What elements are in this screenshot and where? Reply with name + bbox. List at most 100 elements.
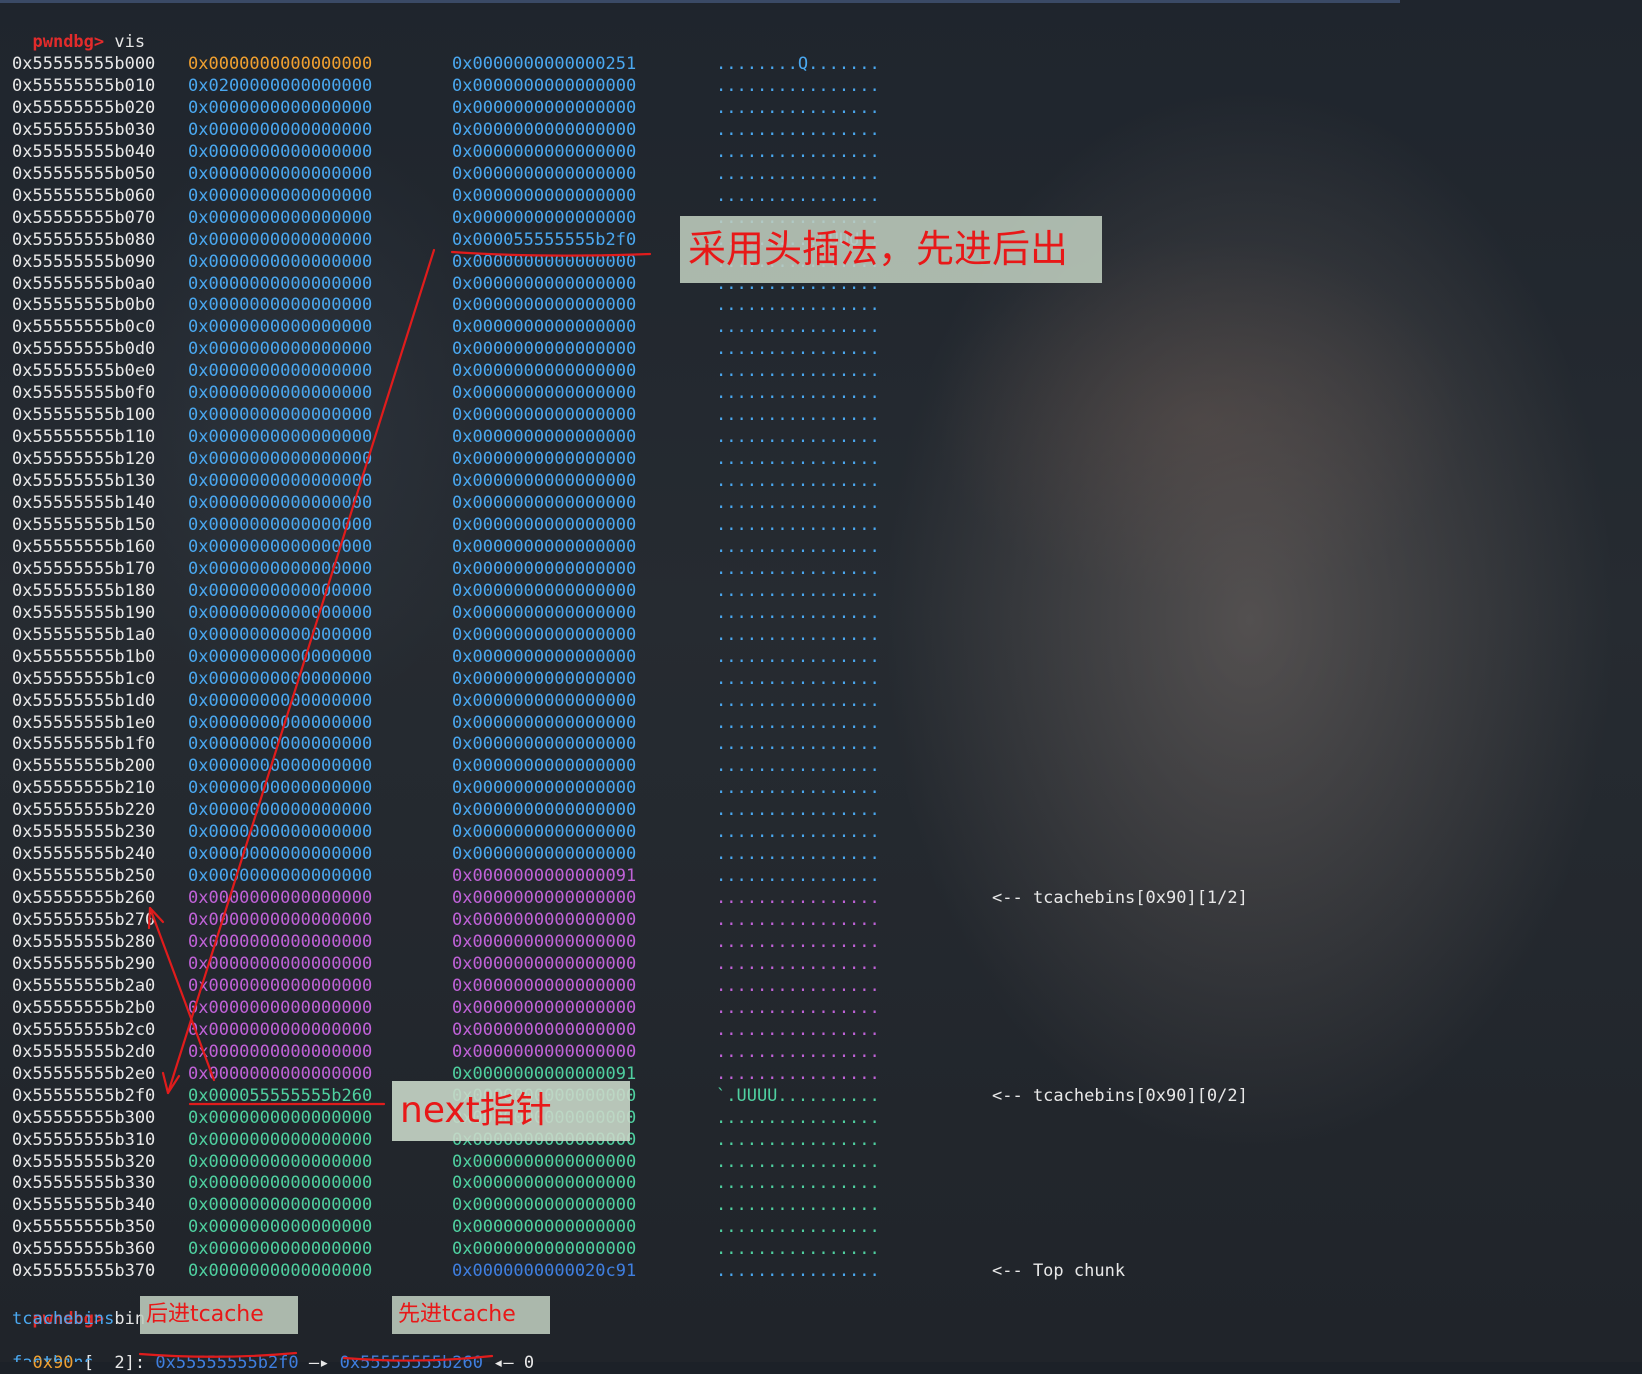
heap-qword-1: 0x0000000000000000 — [188, 1195, 373, 1216]
heap-ascii: ................ — [716, 1239, 880, 1260]
heap-qword-2: 0x0000000000000000 — [452, 536, 637, 557]
heap-qword-1: 0x0000000000000000 — [188, 273, 373, 294]
heap-address: 0x55555555b180 — [12, 580, 156, 601]
heap-address: 0x55555555b280 — [12, 932, 156, 952]
heap-ascii: ................ — [716, 646, 880, 667]
heap-qword-2: 0x0000000000000000 — [452, 493, 637, 513]
heap-qword-1: 0x0200000000000000 — [188, 75, 373, 96]
heap-qword-1: 0x0000000000000000 — [188, 756, 373, 777]
heap-ascii: ................ — [716, 712, 880, 733]
heap-ascii: ................ — [716, 471, 880, 492]
heap-qword-2: 0x0000000000000000 — [452, 1019, 637, 1040]
heap-ascii: ................ — [716, 141, 880, 162]
heap-ascii: ................ — [716, 119, 880, 140]
heap-ascii: ................ — [716, 734, 880, 755]
heap-address: 0x55555555b2a0 — [12, 975, 156, 996]
heap-address: 0x55555555b090 — [12, 251, 156, 272]
heap-qword-1: 0x0000000000000000 — [188, 1217, 373, 1238]
heap-address: 0x55555555b230 — [12, 822, 156, 843]
heap-ascii: ................ — [716, 1129, 880, 1150]
heap-address: 0x55555555b290 — [12, 953, 156, 974]
heap-ascii: ................ — [716, 953, 880, 974]
heap-qword-1: 0x0000000000000000 — [188, 734, 373, 755]
heap-qword-1: 0x0000000000000000 — [188, 866, 373, 887]
heap-address: 0x55555555b140 — [12, 493, 156, 513]
heap-address: 0x55555555b050 — [12, 163, 156, 184]
heap-qword-1: 0x0000000000000000 — [188, 1151, 373, 1172]
heap-qword-1: 0x0000000000000000 — [188, 712, 373, 733]
heap-address: 0x55555555b000 — [12, 54, 156, 74]
window-top-border — [0, 0, 1400, 3]
heap-address: 0x55555555b1a0 — [12, 624, 156, 645]
heap-address: 0x55555555b2b0 — [12, 997, 156, 1018]
heap-ascii: ................ — [716, 427, 880, 448]
heap-qword-2: 0x0000000000020c91 — [452, 1261, 637, 1282]
heap-ascii: ................ — [716, 185, 880, 206]
heap-address: 0x55555555b1c0 — [12, 668, 156, 689]
heap-qword-2: 0x0000000000000000 — [452, 734, 637, 755]
heap-address: 0x55555555b030 — [12, 119, 156, 140]
tcachebins-label: tcachebins — [12, 1309, 115, 1329]
bin-tail: ◂— 0 — [493, 1353, 535, 1373]
heap-ascii: `.UUUU.......... — [716, 1085, 880, 1106]
heap-address: 0x55555555b010 — [12, 75, 156, 96]
heap-qword-2: 0x0000000000000000 — [452, 756, 637, 777]
heap-qword-2: 0x0000000000000000 — [452, 646, 637, 667]
heap-address: 0x55555555b060 — [12, 185, 156, 206]
heap-qword-1: 0x0000000000000000 — [188, 361, 373, 382]
heap-qword-1: 0x000055555555b260 — [188, 1085, 373, 1106]
heap-address: 0x55555555b1d0 — [12, 690, 156, 711]
heap-qword-2: 0x0000000000000000 — [452, 997, 637, 1018]
heap-qword-2: 0x0000000000000000 — [452, 1217, 637, 1238]
heap-qword-1: 0x0000000000000000 — [188, 1129, 373, 1150]
heap-qword-2: 0x0000000000000000 — [452, 602, 637, 623]
heap-ascii: ................ — [716, 1261, 880, 1282]
heap-qword-2: 0x0000000000000000 — [452, 822, 637, 843]
heap-qword-2: 0x0000000000000000 — [452, 888, 637, 909]
heap-ascii: ................ — [716, 1019, 880, 1040]
heap-qword-2: 0x0000000000000000 — [452, 471, 637, 492]
heap-address: 0x55555555b360 — [12, 1239, 156, 1260]
heap-address: 0x55555555b0d0 — [12, 339, 156, 360]
heap-address: 0x55555555b330 — [12, 1173, 156, 1194]
heap-qword-1: 0x0000000000000000 — [188, 536, 373, 557]
heap-qword-2: 0x0000000000000000 — [452, 514, 637, 535]
heap-qword-2: 0x0000000000000000 — [452, 580, 637, 601]
heap-qword-1: 0x0000000000000000 — [188, 778, 373, 799]
heap-address: 0x55555555b300 — [12, 1107, 156, 1128]
heap-ascii: ................ — [716, 866, 880, 887]
heap-address: 0x55555555b1b0 — [12, 646, 156, 667]
heap-ascii: ................ — [716, 405, 880, 426]
heap-qword-1: 0x0000000000000000 — [188, 493, 373, 513]
heap-qword-1: 0x0000000000000000 — [188, 163, 373, 184]
heap-qword-2: 0x0000000000000251 — [452, 54, 637, 74]
heap-ascii: ................ — [716, 1151, 880, 1172]
heap-qword-1: 0x0000000000000000 — [188, 295, 373, 316]
heap-qword-2: 0x0000000000000000 — [452, 163, 637, 184]
heap-qword-1: 0x0000000000000000 — [188, 953, 373, 974]
heap-qword-2: 0x0000000000000000 — [452, 383, 637, 404]
heap-qword-2: 0x0000000000000000 — [452, 800, 637, 821]
heap-qword-1: 0x0000000000000000 — [188, 558, 373, 579]
heap-qword-1: 0x0000000000000000 — [188, 602, 373, 623]
heap-ascii: ................ — [716, 690, 880, 711]
heap-qword-2: 0x0000000000000000 — [452, 558, 637, 579]
heap-ascii: ................ — [716, 514, 880, 535]
heap-address: 0x55555555b1e0 — [12, 712, 156, 733]
heap-ascii: ................ — [716, 536, 880, 557]
heap-ascii: ................ — [716, 1041, 880, 1062]
heap-address: 0x55555555b270 — [12, 910, 156, 931]
heap-address: 0x55555555b190 — [12, 602, 156, 623]
heap-qword-2: 0x0000000000000000 — [452, 975, 637, 996]
heap-ascii: ................ — [716, 339, 880, 360]
heap-ascii: ................ — [716, 932, 880, 952]
heap-qword-2: 0x0000000000000000 — [452, 1151, 637, 1172]
heap-qword-2: 0x0000000000000000 — [452, 449, 637, 470]
heap-address: 0x55555555b2c0 — [12, 1019, 156, 1040]
heap-qword-2: 0x0000000000000000 — [452, 690, 637, 711]
bin-second-chunk: 0x55555555b260 — [339, 1353, 483, 1373]
heap-qword-1: 0x0000000000000000 — [188, 932, 373, 952]
heap-annotation: <-- Top chunk — [992, 1261, 1126, 1282]
heap-qword-1: 0x0000000000000000 — [188, 690, 373, 711]
heap-qword-1: 0x0000000000000000 — [188, 427, 373, 448]
